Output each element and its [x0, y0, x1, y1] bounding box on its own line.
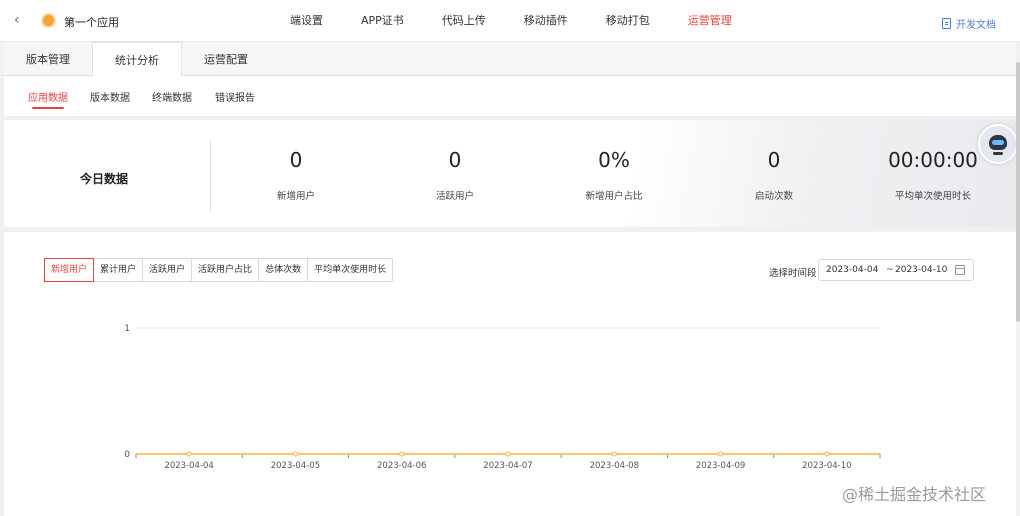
data-point — [399, 451, 405, 457]
x-tick-label: 2023-04-07 — [483, 461, 532, 471]
stat-value: 0% — [598, 148, 630, 172]
stat-launch-count: 0 启动次数 — [704, 148, 844, 202]
data-point — [186, 451, 192, 457]
metric-button-avg-duration[interactable]: 平均单次使用时长 — [308, 259, 392, 281]
stat-label: 启动次数 — [754, 191, 793, 202]
data-point — [718, 451, 724, 457]
stat-label: 新增用户 — [276, 191, 315, 202]
document-icon — [942, 18, 951, 29]
stat-value: 0 — [289, 148, 303, 172]
data-point — [505, 451, 511, 457]
stat-value: 0 — [767, 148, 781, 172]
x-tick-label: 2023-04-06 — [377, 461, 426, 471]
app-name: 第一个应用 — [64, 16, 119, 29]
stat-active-users: 0 活跃用户 — [385, 148, 525, 202]
y-tick-label: 0 — [124, 450, 130, 460]
page-scrollbar[interactable] — [1016, 42, 1020, 516]
nav-item-operations[interactable]: 运营管理 — [688, 0, 732, 42]
metric-button-total-users[interactable]: 累计用户 — [94, 259, 144, 281]
x-tick-label: 2023-04-09 — [696, 461, 745, 471]
nav-item-mobile-package[interactable]: 移动打包 — [606, 0, 650, 42]
metric-button-new-users[interactable]: 新增用户 — [44, 258, 95, 282]
y-tick-label: 1 — [124, 324, 130, 334]
stat-label: 平均单次使用时长 — [894, 191, 971, 202]
date-range-label: 选择时间段 — [769, 268, 817, 279]
divider — [210, 140, 211, 212]
robot-bow — [993, 152, 1003, 155]
metric-button-group: 新增用户 累计用户 活跃用户 活跃用户占比 总体次数 平均单次使用时长 — [44, 258, 394, 282]
metric-button-total-count[interactable]: 总体次数 — [259, 259, 309, 281]
x-tick-label: 2023-04-05 — [271, 461, 320, 471]
subtab-terminal-data[interactable]: 终端数据 — [152, 89, 192, 104]
x-tick-label: 2023-04-08 — [590, 461, 639, 471]
back-icon[interactable]: ‹ — [14, 12, 20, 28]
app-logo-icon — [41, 13, 56, 28]
date-range-end: 2023-04-10 — [895, 265, 948, 275]
tab-version-management[interactable]: 版本管理 — [4, 42, 92, 76]
metric-button-active-ratio[interactable]: 活跃用户占比 — [192, 259, 260, 281]
nav-item-mobile-plugins[interactable]: 移动插件 — [524, 0, 568, 42]
subtab-error-report[interactable]: 错误报告 — [215, 89, 255, 104]
x-tick-label: 2023-04-04 — [164, 461, 213, 471]
robot-head — [989, 135, 1007, 150]
tab-statistics[interactable]: 统计分析 — [92, 42, 182, 77]
nav-item-code-upload[interactable]: 代码上传 — [442, 0, 486, 42]
chart-card: 1 0 2023-04-04 2023-04-05 2023-04-06 2023-04-… — [4, 232, 1016, 516]
x-tick-label: 2023-04-10 — [802, 461, 851, 471]
subtab-version-data[interactable]: 版本数据 — [90, 89, 130, 104]
stat-new-users: 0 新增用户 — [226, 148, 366, 202]
scrollbar-thumb[interactable] — [1016, 62, 1020, 322]
data-point — [292, 451, 298, 457]
nav-item-app-cert[interactable]: APP证书 — [361, 0, 404, 42]
tab-operation-config[interactable]: 运营配置 — [182, 42, 270, 76]
robot-face — [992, 140, 1004, 145]
today-stats-panel: 今日数据 0 新增用户 0 活跃用户 0% 新增用户占比 0 启动次数 00:0… — [4, 116, 1016, 232]
date-range-separator: ~ — [886, 265, 894, 275]
watermark: @稀土掘金技术社区 — [842, 485, 987, 504]
assistant-robot-icon[interactable] — [978, 124, 1018, 164]
stat-value: 0 — [448, 148, 462, 172]
nav-item-device-settings[interactable]: 端设置 — [290, 0, 323, 42]
metric-button-active-users[interactable]: 活跃用户 — [143, 259, 193, 281]
data-point — [611, 451, 617, 457]
dev-docs-link[interactable]: 开发文档 — [942, 16, 996, 31]
sub-tabs: 应用数据 版本数据 终端数据 错误报告 — [4, 76, 1016, 116]
stat-label: 活跃用户 — [435, 191, 474, 202]
stat-new-user-ratio: 0% 新增用户占比 — [544, 148, 684, 202]
main-tabs: 版本管理 统计分析 运营配置 — [4, 42, 1016, 77]
top-nav: 端设置 APP证书 代码上传 移动插件 移动打包 运营管理 — [290, 0, 770, 42]
data-point — [824, 451, 830, 457]
date-range-start: 2023-04-04 — [826, 265, 879, 275]
top-bar: ‹ 第一个应用 端设置 APP证书 代码上传 移动插件 移动打包 运营管理 开发… — [0, 0, 1020, 42]
subtab-app-data[interactable]: 应用数据 — [28, 89, 68, 109]
dev-docs-label: 开发文档 — [956, 20, 996, 31]
date-range-picker[interactable]: 2023-04-04 ~ 2023-04-10 — [818, 259, 974, 281]
today-title: 今日数据 — [80, 172, 129, 186]
calendar-icon — [955, 265, 965, 275]
stat-label: 新增用户占比 — [585, 191, 643, 202]
